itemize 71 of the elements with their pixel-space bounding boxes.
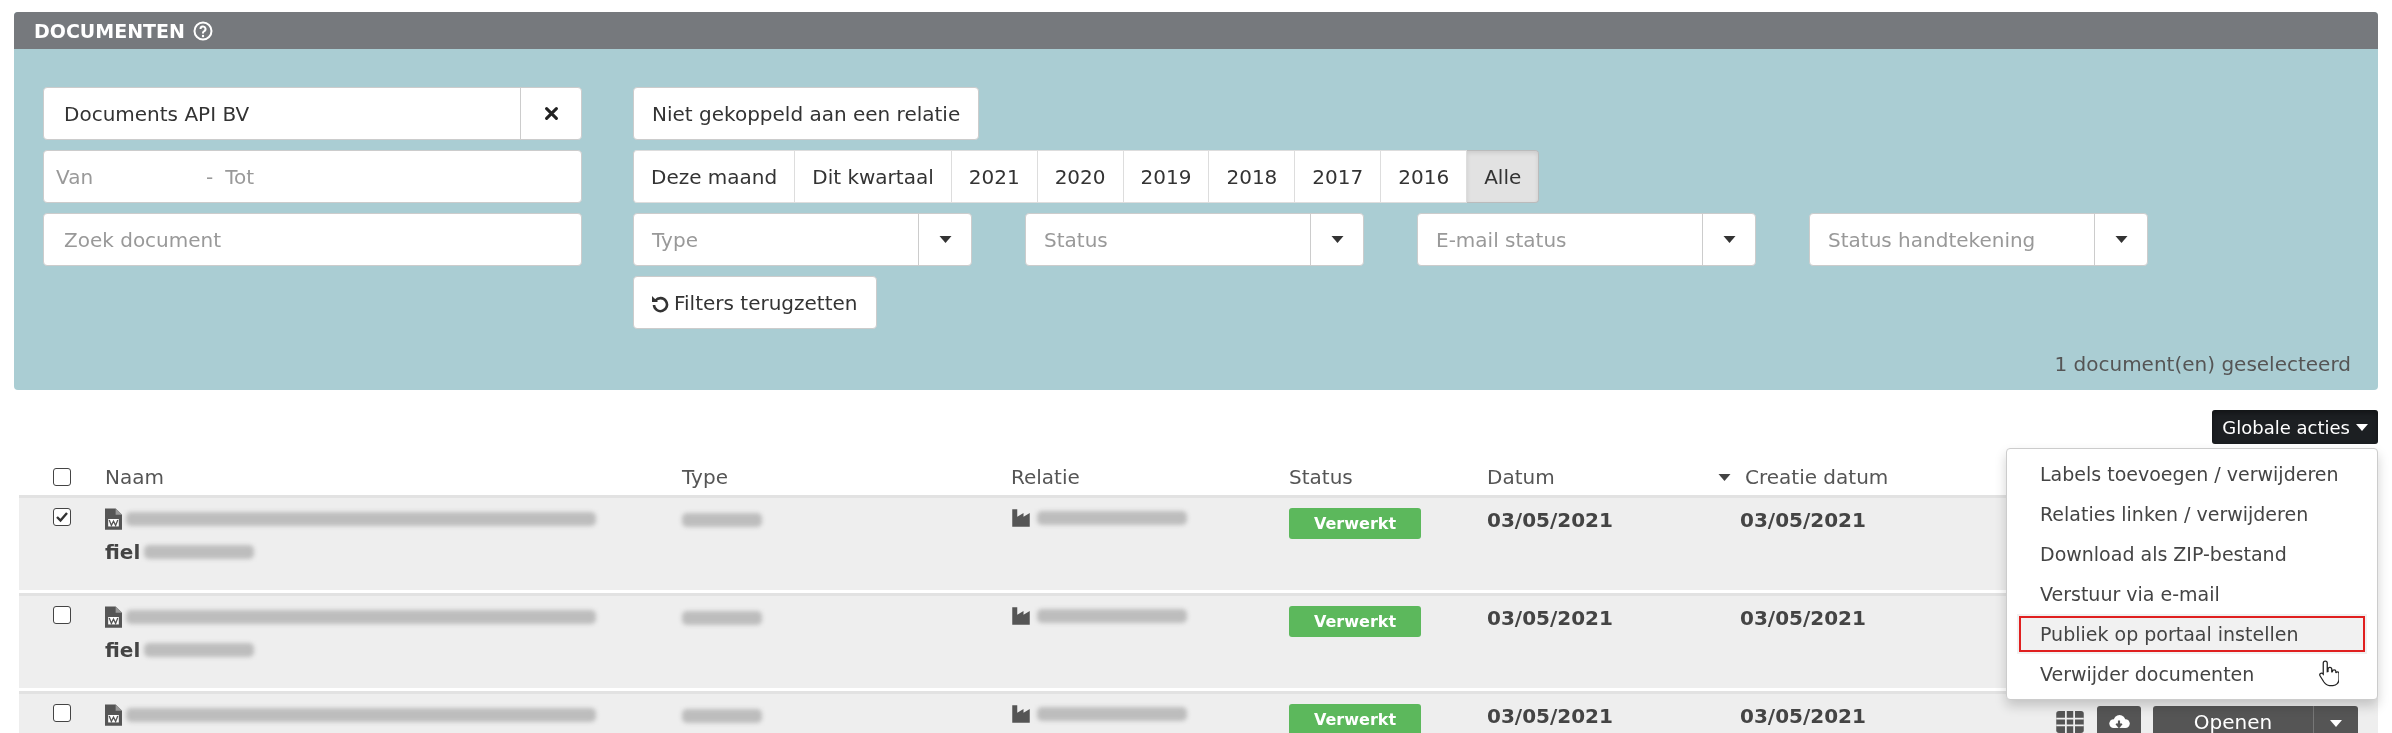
column-header[interactable]: Naam bbox=[105, 465, 164, 489]
to-placeholder: Tot bbox=[225, 164, 255, 189]
row-checkbox[interactable] bbox=[53, 606, 71, 624]
relation-value: Documents API BV bbox=[63, 101, 251, 126]
global-actions-button[interactable]: Globale acties bbox=[2212, 410, 2378, 444]
reset-filters-button[interactable]: Filters terugzetten bbox=[633, 276, 877, 329]
hand-cursor-icon bbox=[2319, 659, 2339, 687]
row-checkbox[interactable] bbox=[53, 508, 71, 526]
column-header[interactable]: Relatie bbox=[1011, 465, 1080, 489]
help-icon[interactable] bbox=[192, 20, 213, 41]
building-icon bbox=[1011, 606, 1031, 626]
menu-item[interactable]: Download als ZIP-bestand bbox=[2007, 534, 2377, 574]
period-button[interactable]: 2016 bbox=[1381, 150, 1468, 203]
open-button[interactable]: Openen bbox=[2153, 706, 2313, 733]
date-text: 03/05/2021 bbox=[1487, 508, 1613, 532]
caret-icon bbox=[938, 236, 952, 243]
file-name: fiel bbox=[105, 540, 141, 564]
caret-icon bbox=[2356, 423, 2368, 431]
period-button[interactable]: Alle bbox=[1467, 150, 1540, 203]
column-header[interactable]: Creatie datum bbox=[1745, 465, 1889, 489]
menu-item[interactable]: Publiek op portaal instellen bbox=[2017, 614, 2367, 654]
select-placeholder: E-mail status bbox=[1435, 227, 1568, 252]
cloud-download-icon bbox=[2108, 715, 2130, 729]
search-field[interactable]: Zoek document bbox=[43, 213, 582, 266]
period-button[interactable]: 2017 bbox=[1295, 150, 1382, 203]
created-date-text: 03/05/2021 bbox=[1740, 508, 1866, 532]
open-options-button[interactable] bbox=[2313, 706, 2358, 733]
caret-icon bbox=[1330, 236, 1344, 243]
word-file-icon bbox=[105, 508, 122, 530]
word-file-icon bbox=[105, 704, 122, 726]
caret-icon bbox=[2330, 719, 2342, 727]
select-placeholder: Type bbox=[651, 227, 699, 252]
column-header[interactable]: Type bbox=[682, 465, 728, 489]
date-text: 03/05/2021 bbox=[1487, 606, 1613, 630]
status-badge: Verwerkt bbox=[1289, 508, 1422, 539]
sort-caret-icon[interactable] bbox=[1718, 473, 1731, 481]
date-text: 03/05/2021 bbox=[1487, 704, 1613, 728]
select-placeholder: Status handtekening bbox=[1827, 227, 2037, 252]
column-header[interactable]: Status bbox=[1289, 465, 1353, 489]
period-button[interactable]: 2019 bbox=[1123, 150, 1210, 203]
building-icon bbox=[1011, 508, 1031, 528]
file-name: fiel bbox=[105, 638, 141, 662]
relation-field[interactable]: Documents API BV bbox=[43, 87, 582, 140]
select-all-checkbox[interactable] bbox=[53, 468, 71, 486]
row-checkbox[interactable] bbox=[53, 704, 71, 722]
period-button[interactable]: Deze maand bbox=[633, 150, 796, 203]
period-button[interactable]: Dit kwartaal bbox=[795, 150, 952, 203]
download-button[interactable] bbox=[2097, 706, 2141, 733]
from-placeholder: Van bbox=[56, 164, 95, 189]
unlinked-button[interactable]: Niet gekoppeld aan een relatie bbox=[633, 87, 980, 140]
building-icon bbox=[1011, 704, 1031, 724]
menu-item[interactable]: Labels toevoegen / verwijderen bbox=[2007, 454, 2377, 494]
close-icon bbox=[544, 107, 558, 120]
panel-title: DOCUMENTEN bbox=[34, 19, 185, 42]
range-separator: - bbox=[206, 164, 214, 189]
table-icon[interactable] bbox=[2055, 711, 2085, 733]
selection-count: 1 document(en) geselecteerd bbox=[2054, 352, 2351, 376]
caret-icon bbox=[1722, 236, 1736, 243]
caret-icon bbox=[2114, 236, 2128, 243]
column-header[interactable]: Datum bbox=[1487, 465, 1555, 489]
period-button[interactable]: 2021 bbox=[951, 150, 1038, 203]
status-badge: Verwerkt bbox=[1289, 704, 1422, 733]
created-date-text: 03/05/2021 bbox=[1740, 606, 1866, 630]
status-badge: Verwerkt bbox=[1289, 606, 1422, 637]
period-button[interactable]: 2018 bbox=[1209, 150, 1296, 203]
select-placeholder: Status bbox=[1043, 227, 1109, 252]
created-date-text: 03/05/2021 bbox=[1740, 704, 1866, 728]
period-button[interactable]: 2020 bbox=[1037, 150, 1124, 203]
word-file-icon bbox=[105, 606, 122, 628]
menu-item[interactable]: Relaties linken / verwijderen bbox=[2007, 494, 2377, 534]
table-row[interactable]: Verwerkt 03/05/2021 03/05/2021 Openen bbox=[19, 691, 2378, 733]
